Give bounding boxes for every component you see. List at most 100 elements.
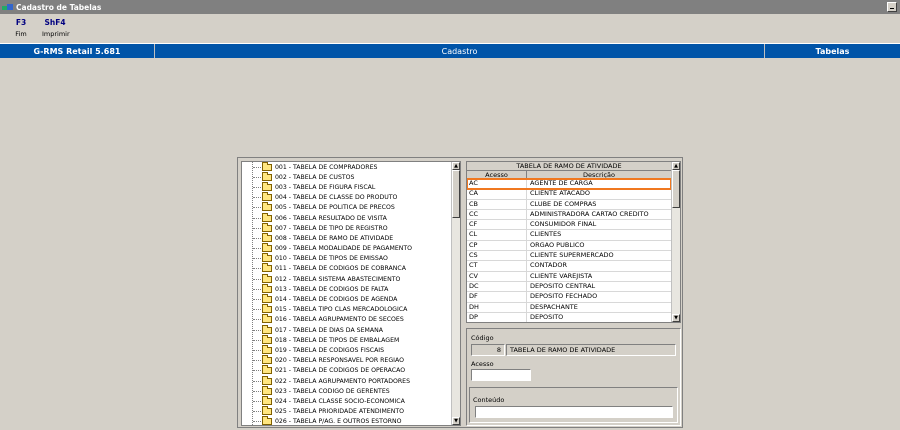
cell-acesso: DP <box>467 312 527 322</box>
grid-scroll-thumb[interactable] <box>672 170 680 208</box>
tree-branch <box>253 421 261 423</box>
tree-item[interactable]: 010 - TABELA DE TIPOS DE EMISSAO <box>242 253 460 264</box>
table-tree[interactable]: 001 - TABELA DE COMPRADORES 002 - TABELA … <box>241 161 461 426</box>
cell-acesso: CV <box>467 271 527 281</box>
section-title: Tabelas <box>815 46 850 56</box>
grid-row[interactable]: CS CLIENTE SUPERMERCADO <box>467 251 671 262</box>
tree-item[interactable]: 011 - TABELA DE CODIGOS DE COBRANCA <box>242 263 460 274</box>
tree-item[interactable]: 016 - TABELA AGRUPAMENTO DE SECOES <box>242 314 460 325</box>
grid-row[interactable]: CB CLUBE DE COMPRAS <box>467 199 671 210</box>
tree-item-label: 001 - TABELA DE COMPRADORES <box>275 163 378 171</box>
tree-item-label: 013 - TABELA DE CODIGOS DE FALTA <box>275 285 389 293</box>
scroll-thumb[interactable] <box>452 170 460 218</box>
grid-row[interactable]: CP ORGAO PUBLICO <box>467 240 671 252</box>
grid-row[interactable]: DF DEPOSITO FECHADO <box>467 292 671 303</box>
conteudo-field[interactable] <box>475 406 673 418</box>
tree-item-label: 025 - TABELA PRIORIDADE ATENDIMENTO <box>275 408 405 416</box>
scroll-down-icon[interactable]: ▼ <box>452 417 460 425</box>
grid-row[interactable]: CF CONSUMIDOR FINAL <box>467 220 671 231</box>
cell-descricao: CLIENTES <box>530 230 562 239</box>
tree-branch <box>253 278 261 280</box>
folder-icon <box>262 344 272 354</box>
tree-item[interactable]: 026 - TABELA P/AG. E OUTROS ESTORNO <box>242 416 460 426</box>
minimize-button[interactable] <box>887 2 897 12</box>
tree-branch <box>253 349 261 351</box>
cell-acesso: CT <box>467 261 527 271</box>
grid-scroll-up-icon[interactable]: ▲ <box>672 162 680 170</box>
tree-item-label: 022 - TABELA AGRUPAMENTO PORTADORES <box>275 377 411 385</box>
grid-scroll-down-icon[interactable]: ▼ <box>672 314 680 322</box>
tree-branch <box>253 309 261 311</box>
tree-branch <box>253 360 261 362</box>
cell-acesso: CF <box>467 220 527 230</box>
tree-branch <box>253 329 261 331</box>
tree-item[interactable]: 019 - TABELA DE CODIGOS FISCAIS <box>242 344 460 355</box>
tree-item[interactable]: 004 - TABELA DE CLASSE DO PRODUTO <box>242 192 460 203</box>
grid-row[interactable]: DH DESPACHANTE <box>467 302 671 313</box>
tree-item[interactable]: 001 - TABELA DE COMPRADORES <box>242 162 460 172</box>
tree-item[interactable]: 015 - TABELA TIPO CLAS MERCADOLOGICA <box>242 304 460 315</box>
tree-branch <box>253 400 261 402</box>
grid-header: Acesso Descrição <box>467 171 671 179</box>
grid-row[interactable]: DP DEPOSITO <box>467 312 671 322</box>
grid-row[interactable]: DC DEPOSITO CENTRAL <box>467 281 671 293</box>
tree-item[interactable]: 025 - TABELA PRIORIDADE ATENDIMENTO <box>242 406 460 417</box>
tree-item[interactable]: 009 - TABELA MODALIDADE DE PAGAMENTO <box>242 243 460 254</box>
acesso-label: Acesso <box>471 360 494 368</box>
tree-branch <box>253 217 261 219</box>
tree-branch <box>253 197 261 199</box>
tree-item[interactable]: 023 - TABELA CODIGO DE GERENTES <box>242 385 460 396</box>
tree-item[interactable]: 020 - TABELA RESPONSAVEL POR REGIAO <box>242 355 460 366</box>
tree-scrollbar[interactable]: ▲ ▼ <box>451 162 460 425</box>
tree-branch <box>253 207 261 209</box>
grid-scrollbar[interactable]: ▲ ▼ <box>671 162 680 322</box>
imprimir-button[interactable]: ShF4 Imprimir <box>42 14 70 43</box>
tree-item-label: 019 - TABELA DE CODIGOS FISCAIS <box>275 346 385 354</box>
tree-item-label: 026 - TABELA P/AG. E OUTROS ESTORNO <box>275 418 402 426</box>
cell-descricao: DESPACHANTE <box>530 302 578 311</box>
grid-row[interactable]: CA CLIENTE ATACADO <box>467 189 671 200</box>
grid-row[interactable]: CT CONTADOR <box>467 261 671 272</box>
folder-icon <box>262 304 272 314</box>
tree-item[interactable]: 014 - TABELA DE CODIGOS DE AGENDA <box>242 294 460 304</box>
tree-item[interactable]: 008 - TABELA DE RAMO DE ATIVIDADE <box>242 232 460 243</box>
tree-item[interactable]: 012 - TABELA SISTEMA ABASTECIMENTO <box>242 273 460 284</box>
grid-row[interactable]: CV CLIENTE VAREJISTA <box>467 271 671 282</box>
tree-item[interactable]: 006 - TABELA RESULTADO DE VISITA <box>242 212 460 223</box>
acesso-field[interactable] <box>471 369 531 381</box>
tree-item[interactable]: 002 - TABELA DE CUSTOS <box>242 171 460 182</box>
codigo-field[interactable]: 8 <box>471 344 505 356</box>
tree-item[interactable]: 021 - TABELA DE CODIGOS DE OPERACAO <box>242 365 460 376</box>
app-version: G-RMS Retail 5.681 <box>0 44 155 58</box>
codigo-label: Código <box>471 334 494 342</box>
tree-item[interactable]: 007 - TABELA DE TIPO DE REGISTRO <box>242 222 460 233</box>
tree-item[interactable]: 017 - TABELA DE DIAS DA SEMANA <box>242 324 460 335</box>
tree-branch <box>253 268 261 270</box>
grid-row[interactable]: CL CLIENTES <box>467 230 671 241</box>
fim-button[interactable]: F3 Fim <box>8 14 34 43</box>
tree-item-label: 010 - TABELA DE TIPOS DE EMISSAO <box>275 255 388 263</box>
tree-item[interactable]: 024 - TABELA CLASSE SOCIO-ECONOMICA <box>242 395 460 406</box>
cell-descricao: ADMINISTRADORA CARTAO CREDITO <box>530 209 649 218</box>
tree-item-label: 011 - TABELA DE CODIGOS DE COBRANCA <box>275 265 406 273</box>
codigo-description: TABELA DE RAMO DE ATIVIDADE <box>506 344 676 356</box>
imprimir-label: Imprimir <box>42 30 70 38</box>
tree-item[interactable]: 022 - TABELA AGRUPAMENTO PORTADORES <box>242 375 460 386</box>
cell-descricao: CONSUMIDOR FINAL <box>530 220 597 229</box>
col-descricao-header[interactable]: Descrição <box>527 171 671 179</box>
tree-item[interactable]: 003 - TABELA DE FIGURA FISCAL <box>242 181 460 192</box>
tree-item-label: 024 - TABELA CLASSE SOCIO-ECONOMICA <box>275 397 405 405</box>
tree-branch <box>253 370 261 372</box>
grid-row-selected[interactable]: AC AGENTE DE CARGA <box>467 177 672 191</box>
folder-icon <box>262 212 272 222</box>
tree-item[interactable]: 013 - TABELA DE CODIGOS DE FALTA <box>242 283 460 294</box>
tree-item[interactable]: 005 - TABELA DE POLITICA DE PRECOS <box>242 202 460 213</box>
tree-branch <box>253 176 261 178</box>
tree-item[interactable]: 018 - TABELA DE TIPOS DE EMBALAGEM <box>242 334 460 345</box>
col-acesso-header[interactable]: Acesso <box>467 171 527 179</box>
imprimir-key: ShF4 <box>44 18 66 27</box>
cell-acesso: DF <box>467 292 527 302</box>
folder-icon <box>262 365 272 375</box>
scroll-up-icon[interactable]: ▲ <box>452 162 460 170</box>
grid-row[interactable]: CC ADMINISTRADORA CARTAO CREDITO <box>467 209 671 221</box>
